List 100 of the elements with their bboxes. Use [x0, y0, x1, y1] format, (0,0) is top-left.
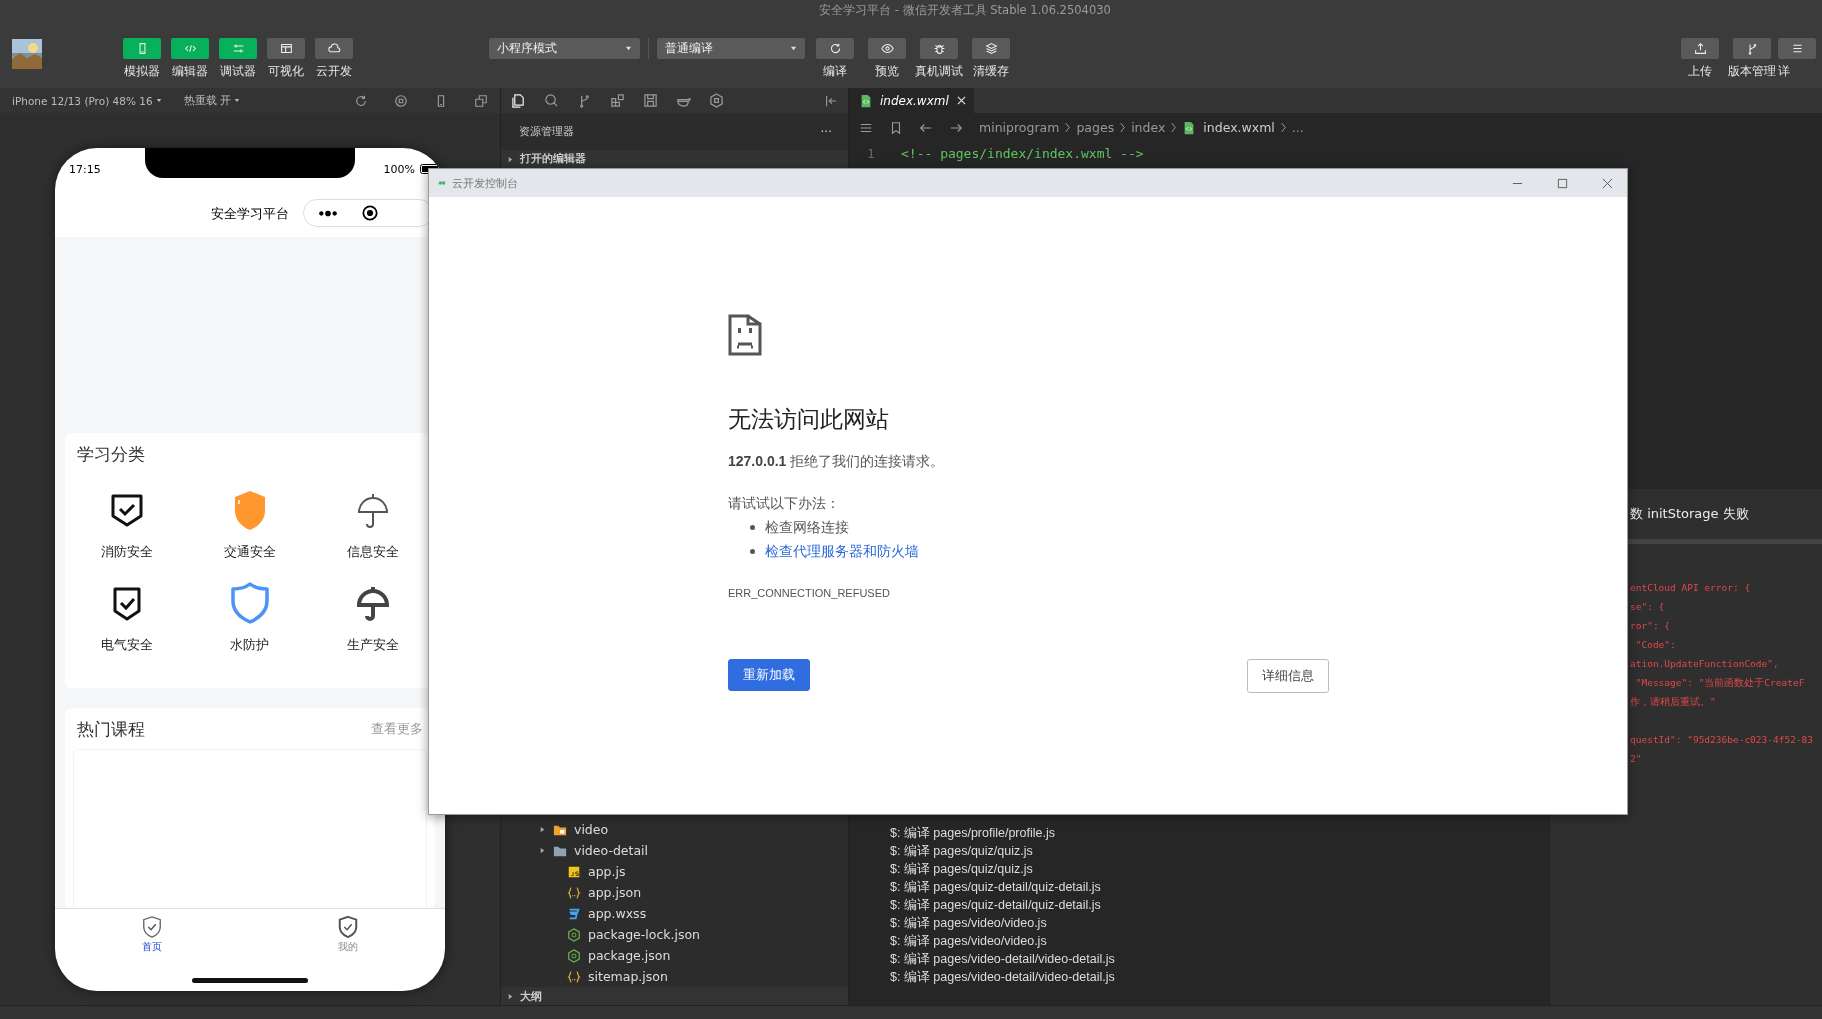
- toolbar-button[interactable]: [972, 38, 1010, 59]
- toolbar-label: 可视化: [268, 63, 304, 80]
- toolbar-button[interactable]: [920, 38, 958, 59]
- more-button[interactable]: ···: [820, 124, 832, 139]
- details-button[interactable]: 详细信息: [1247, 659, 1329, 693]
- breadcrumb-item[interactable]: index.wxml: [1203, 120, 1275, 135]
- editor-tab[interactable]: index.wxml: [849, 88, 974, 113]
- toolbar-button[interactable]: [1733, 38, 1771, 59]
- refresh-icon: [828, 42, 842, 55]
- console-line: $: 编译 pages/quiz/quiz.js: [890, 843, 1034, 860]
- error-line: 2": [1630, 753, 1642, 764]
- toolbar-button[interactable]: [1778, 38, 1816, 59]
- search-icon[interactable]: [544, 93, 559, 108]
- file-tree-item[interactable]: app.json: [501, 882, 848, 903]
- refresh-icon[interactable]: [354, 93, 368, 108]
- chevron-icon: [1279, 122, 1287, 133]
- breadcrumb-item[interactable]: index: [1131, 120, 1166, 135]
- breadcrumb-item[interactable]: pages: [1076, 120, 1115, 135]
- hot-reload-toggle[interactable]: 热重载 开: [183, 93, 231, 108]
- toolbar-label: 模拟器: [124, 63, 160, 80]
- console-line: $: 编译 pages/video/video.js: [890, 915, 1048, 932]
- file-tree-item[interactable]: app.wxss: [501, 903, 848, 924]
- category-label[interactable]: 信息安全: [347, 544, 400, 561]
- error-heading: 无法访问此网站: [728, 405, 889, 434]
- suggestion-text: 检查网络连接: [765, 518, 849, 537]
- file-tree-item[interactable]: app.js: [501, 861, 848, 882]
- category-label[interactable]: 生产安全: [347, 637, 400, 654]
- sliders-icon: [231, 42, 245, 55]
- view-toggle-button[interactable]: [219, 38, 257, 59]
- windows-icon[interactable]: [474, 93, 488, 108]
- toolbar-button[interactable]: [816, 38, 854, 59]
- tab-bar-item[interactable]: 我的: [318, 909, 378, 991]
- caret-icon: [539, 826, 546, 833]
- category-label[interactable]: 交通安全: [224, 544, 276, 561]
- hexagon-icon: [567, 948, 581, 963]
- error-code: ERR_CONNECTION_REFUSED: [728, 587, 890, 599]
- toolbar-button[interactable]: [1681, 38, 1719, 59]
- device-select[interactable]: iPhone 12/13 (Pro) 48% 16: [12, 94, 153, 107]
- save-icon[interactable]: [643, 93, 658, 108]
- caret-icon: [233, 97, 240, 104]
- line-number: 1: [866, 146, 876, 161]
- caret-icon: [539, 847, 546, 854]
- breadcrumb-item[interactable]: miniprogram: [979, 120, 1060, 135]
- view-toggle-button[interactable]: [315, 38, 353, 59]
- toolbar-label: 真机调试: [915, 63, 963, 80]
- view-toggle-button[interactable]: [171, 38, 209, 59]
- files-icon[interactable]: [511, 93, 526, 108]
- bullet-icon: [750, 549, 755, 554]
- error-line: "Message": "当前函数处于CreateF: [1634, 677, 1805, 688]
- reload-button[interactable]: 重新加载: [728, 659, 810, 691]
- suggestion-link[interactable]: 检查代理服务器和防火墙: [765, 542, 919, 561]
- mode-select[interactable]: 小程序模式: [489, 38, 640, 59]
- file-tree-item[interactable]: package.json: [501, 945, 848, 966]
- section-header[interactable]: 大纲: [520, 988, 542, 1004]
- caret-icon: [507, 992, 514, 1000]
- category-label[interactable]: 消防安全: [100, 544, 153, 561]
- breadcrumb-item[interactable]: ...: [1291, 120, 1304, 135]
- file-icon: [859, 93, 873, 108]
- bookmark-icon[interactable]: [889, 120, 903, 135]
- toolbar-label: 编译: [823, 63, 847, 80]
- error-line: ror": {: [1630, 620, 1671, 631]
- toolbar-label: 预览: [875, 63, 899, 80]
- section-header[interactable]: 打开的编辑器: [520, 152, 586, 166]
- hexagon-icon[interactable]: [709, 93, 724, 108]
- chevron-icon: [1119, 122, 1127, 133]
- console-line: $: 编译 pages/quiz-detail/quiz-detail.js: [890, 897, 1102, 914]
- branch-icon[interactable]: [577, 93, 592, 108]
- toolbar-label: 调试器: [220, 63, 256, 80]
- view-toggle-button[interactable]: [123, 38, 161, 59]
- error-message: 127.0.0.1 拒绝了我们的连接请求。: [728, 453, 945, 471]
- toolbar-label: 上传: [1688, 63, 1712, 80]
- more-icon[interactable]: [318, 209, 338, 217]
- caret-icon: [155, 97, 162, 104]
- compile-select[interactable]: 普通编译: [657, 38, 805, 59]
- caret-icon: [790, 45, 797, 52]
- file-tree-item[interactable]: video: [501, 819, 848, 840]
- toolbar-button[interactable]: [868, 38, 906, 59]
- shield-check-icon: [141, 915, 163, 939]
- stop-icon[interactable]: [394, 93, 408, 108]
- view-toggle-button[interactable]: [267, 38, 305, 59]
- error-line: se": {: [1630, 601, 1665, 612]
- page-title: 安全学习平台: [211, 204, 289, 223]
- category-label[interactable]: 水防护: [230, 637, 270, 654]
- console-line: $: 编译 pages/profile/profile.js: [890, 825, 1056, 842]
- error-line: entCloud API error: {: [1630, 582, 1751, 593]
- file-tree-item[interactable]: video-detail: [501, 840, 848, 861]
- collapse-panel-icon[interactable]: [824, 93, 838, 108]
- file-tree-item[interactable]: sitemap.json: [501, 966, 848, 987]
- suggestion-intro: 请试试以下办法：: [728, 495, 840, 513]
- close-icon[interactable]: [362, 205, 378, 221]
- json-file-icon: [567, 969, 581, 984]
- shield-icon[interactable]: [228, 581, 272, 625]
- file-tree-item[interactable]: package-lock.json: [501, 924, 848, 945]
- chevron-icon: [1170, 122, 1178, 133]
- layers-icon: [984, 42, 998, 55]
- blocks-icon[interactable]: [610, 93, 625, 108]
- category-label[interactable]: 电气安全: [100, 637, 153, 654]
- tab-bar-item[interactable]: 首页: [122, 909, 182, 991]
- error-line: questId": "95d236be-c023-4f52-83: [1630, 734, 1814, 745]
- maximize-icon[interactable]: [1557, 177, 1568, 189]
